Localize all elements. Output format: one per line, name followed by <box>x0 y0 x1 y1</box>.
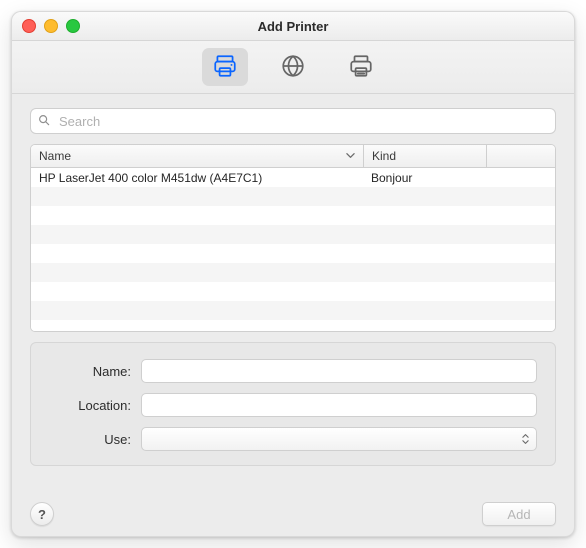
table-row <box>31 320 555 331</box>
cell-name: HP LaserJet 400 color M451dw (A4E7C1) <box>31 171 363 185</box>
table-row[interactable]: HP LaserJet 400 color M451dw (A4E7C1)Bon… <box>31 168 555 187</box>
source-toolbar <box>12 41 574 94</box>
tab-default-printer[interactable] <box>202 48 248 86</box>
sort-chevron-icon <box>346 149 355 163</box>
table-row <box>31 282 555 301</box>
table-row <box>31 206 555 225</box>
advanced-printer-icon <box>348 53 374 82</box>
tab-ip-printer[interactable] <box>270 48 316 86</box>
add-printer-window: Add Printer <box>11 11 575 537</box>
printer-icon <box>212 53 238 82</box>
location-field[interactable] <box>141 393 537 417</box>
column-header-name[interactable]: Name <box>31 145 364 167</box>
column-header-kind[interactable]: Kind <box>364 145 487 167</box>
table-row <box>31 244 555 263</box>
table-row <box>31 263 555 282</box>
use-select[interactable] <box>141 427 537 451</box>
printer-table: Name Kind HP LaserJet 400 color M451dw (… <box>30 144 556 332</box>
add-button-label: Add <box>507 507 530 522</box>
table-header: Name Kind <box>31 145 555 168</box>
content-area: Name Kind HP LaserJet 400 color M451dw (… <box>12 94 574 494</box>
globe-icon <box>280 53 306 82</box>
column-header-kind-label: Kind <box>372 149 396 163</box>
use-label: Use: <box>45 432 131 447</box>
select-chevron-icon <box>521 432 530 446</box>
window-title: Add Printer <box>12 19 574 34</box>
add-button[interactable]: Add <box>482 502 556 526</box>
table-row <box>31 301 555 320</box>
cell-kind: Bonjour <box>363 171 485 185</box>
table-body[interactable]: HP LaserJet 400 color M451dw (A4E7C1)Bon… <box>31 168 555 331</box>
close-icon[interactable] <box>22 19 36 33</box>
tab-windows-printer[interactable] <box>338 48 384 86</box>
search-input[interactable] <box>57 113 549 130</box>
titlebar: Add Printer <box>12 12 574 41</box>
help-button[interactable]: ? <box>30 502 54 526</box>
name-field[interactable] <box>141 359 537 383</box>
name-label: Name: <box>45 364 131 379</box>
table-row <box>31 187 555 206</box>
details-panel: Name: Location: Use: <box>30 342 556 466</box>
help-icon: ? <box>38 507 46 522</box>
location-label: Location: <box>45 398 131 413</box>
column-header-spare <box>487 145 555 167</box>
footer: ? Add <box>12 494 574 536</box>
search-icon <box>37 113 51 130</box>
minimize-icon[interactable] <box>44 19 58 33</box>
search-field[interactable] <box>30 108 556 134</box>
column-header-name-label: Name <box>39 149 71 163</box>
zoom-icon[interactable] <box>66 19 80 33</box>
window-controls <box>22 19 80 33</box>
table-row <box>31 225 555 244</box>
